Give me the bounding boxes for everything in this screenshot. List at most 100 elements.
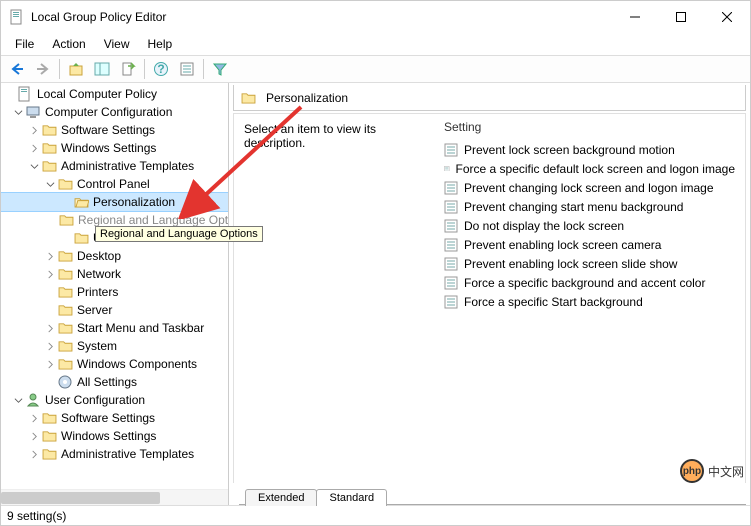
tree-node-root[interactable]: Local Computer Policy <box>1 85 228 103</box>
help-button[interactable]: ? <box>149 57 173 81</box>
detail-header: Personalization <box>233 85 746 111</box>
tree-node-allsettings[interactable]: All Settings <box>1 373 228 391</box>
tree-node-control-panel[interactable]: Control Panel <box>1 175 228 193</box>
collapse-icon[interactable] <box>43 180 57 189</box>
folder-icon <box>41 122 57 138</box>
folder-icon <box>59 212 74 228</box>
tree-node-network[interactable]: Network <box>1 265 228 283</box>
tabstrip: Extended Standard <box>233 483 746 505</box>
folder-icon <box>57 266 73 282</box>
detail-title: Personalization <box>266 91 348 105</box>
watermark: php 中文网 <box>680 459 744 483</box>
tree-node-windows-settings[interactable]: Windows Settings <box>1 139 228 157</box>
expand-icon[interactable] <box>27 450 41 459</box>
setting-row[interactable]: Do not display the lock screen <box>434 216 745 235</box>
collapse-icon[interactable] <box>27 162 41 171</box>
show-hide-tree-button[interactable] <box>90 57 114 81</box>
statusbar: 9 setting(s) <box>1 505 750 525</box>
tree-pane: Local Computer Policy Computer Configura… <box>1 83 229 505</box>
setting-label: Force a specific default lock screen and… <box>456 162 736 176</box>
close-button[interactable] <box>704 1 750 33</box>
expand-icon[interactable] <box>27 126 41 135</box>
setting-row[interactable]: Force a specific Start background <box>434 292 745 311</box>
setting-row[interactable]: Force a specific default lock screen and… <box>434 159 745 178</box>
setting-row[interactable]: Prevent changing start menu background <box>434 197 745 216</box>
tree-node-server[interactable]: Server <box>1 301 228 319</box>
tree-label: Computer Configuration <box>45 105 172 119</box>
tree-node-system[interactable]: System <box>1 337 228 355</box>
expand-icon[interactable] <box>27 414 41 423</box>
maximize-button[interactable] <box>658 1 704 33</box>
tree-node-u-windows[interactable]: Windows Settings <box>1 427 228 445</box>
properties-button[interactable] <box>175 57 199 81</box>
expand-icon[interactable] <box>27 432 41 441</box>
settings-icon <box>57 374 73 390</box>
tree-node-desktop[interactable]: Desktop <box>1 247 228 265</box>
expand-icon[interactable] <box>43 324 57 333</box>
collapse-icon[interactable] <box>11 396 25 405</box>
tree-label: Start Menu and Taskbar <box>77 321 204 335</box>
up-button[interactable] <box>64 57 88 81</box>
tree-label: User Configuration <box>45 393 145 407</box>
filter-button[interactable] <box>208 57 232 81</box>
menu-action[interactable]: Action <box>44 35 93 53</box>
policy-item-icon <box>444 295 458 309</box>
export-button[interactable] <box>116 57 140 81</box>
column-header-setting[interactable]: Setting <box>434 118 745 140</box>
setting-label: Do not display the lock screen <box>464 219 624 233</box>
menu-file[interactable]: File <box>7 35 42 53</box>
tree-label: Software Settings <box>61 123 155 137</box>
menu-help[interactable]: Help <box>140 35 181 53</box>
expand-icon[interactable] <box>43 252 57 261</box>
setting-label: Prevent changing lock screen and logon i… <box>464 181 714 195</box>
watermark-logo: php <box>680 459 704 483</box>
folder-icon <box>240 90 256 106</box>
tree-label: Printers <box>77 285 118 299</box>
setting-row[interactable]: Prevent enabling lock screen camera <box>434 235 745 254</box>
setting-row[interactable]: Prevent enabling lock screen slide show <box>434 254 745 273</box>
computer-icon <box>25 104 41 120</box>
folder-icon <box>57 176 73 192</box>
tree-node-software-settings[interactable]: Software Settings <box>1 121 228 139</box>
tab-standard[interactable]: Standard <box>316 489 387 506</box>
tree-node-personalization[interactable]: Personalization <box>1 193 228 211</box>
setting-label: Prevent changing start menu background <box>464 200 683 214</box>
folder-icon <box>57 284 73 300</box>
policy-item-icon <box>444 257 458 271</box>
expand-icon[interactable] <box>43 270 57 279</box>
separator <box>59 59 60 79</box>
tree-label: Personalization <box>93 195 175 209</box>
folder-icon <box>41 140 57 156</box>
tree-node-regional[interactable]: Regional and Language Options <box>1 211 228 229</box>
tree-label: Administrative Templates <box>61 447 194 461</box>
tab-extended[interactable]: Extended <box>245 489 317 506</box>
tree-node-user-accounts[interactable]: User Accounts <box>1 229 228 247</box>
tree-node-wincomponents[interactable]: Windows Components <box>1 355 228 373</box>
folder-icon <box>57 302 73 318</box>
tree-node-u-software[interactable]: Software Settings <box>1 409 228 427</box>
tree-node-admin-templates[interactable]: Administrative Templates <box>1 157 228 175</box>
folder-icon <box>57 356 73 372</box>
setting-row[interactable]: Force a specific background and accent c… <box>434 273 745 292</box>
menu-view[interactable]: View <box>96 35 138 53</box>
expand-icon[interactable] <box>43 342 57 351</box>
setting-row[interactable]: Prevent lock screen background motion <box>434 140 745 159</box>
horizontal-scrollbar[interactable] <box>1 489 228 505</box>
expand-icon[interactable] <box>43 360 57 369</box>
folder-icon <box>41 428 57 444</box>
minimize-button[interactable] <box>612 1 658 33</box>
tree-node-startmenu[interactable]: Start Menu and Taskbar <box>1 319 228 337</box>
back-button[interactable] <box>5 57 29 81</box>
policy-icon <box>17 86 33 102</box>
tree-label: Server <box>77 303 112 317</box>
watermark-text: 中文网 <box>708 463 744 480</box>
expand-icon[interactable] <box>27 144 41 153</box>
tree-node-user-config[interactable]: User Configuration <box>1 391 228 409</box>
collapse-icon[interactable] <box>11 108 25 117</box>
setting-row[interactable]: Prevent changing lock screen and logon i… <box>434 178 745 197</box>
setting-label: Force a specific background and accent c… <box>464 276 705 290</box>
tree-node-printers[interactable]: Printers <box>1 283 228 301</box>
tree-node-computer-config[interactable]: Computer Configuration <box>1 103 228 121</box>
forward-button[interactable] <box>31 57 55 81</box>
tree-node-u-admin[interactable]: Administrative Templates <box>1 445 228 463</box>
